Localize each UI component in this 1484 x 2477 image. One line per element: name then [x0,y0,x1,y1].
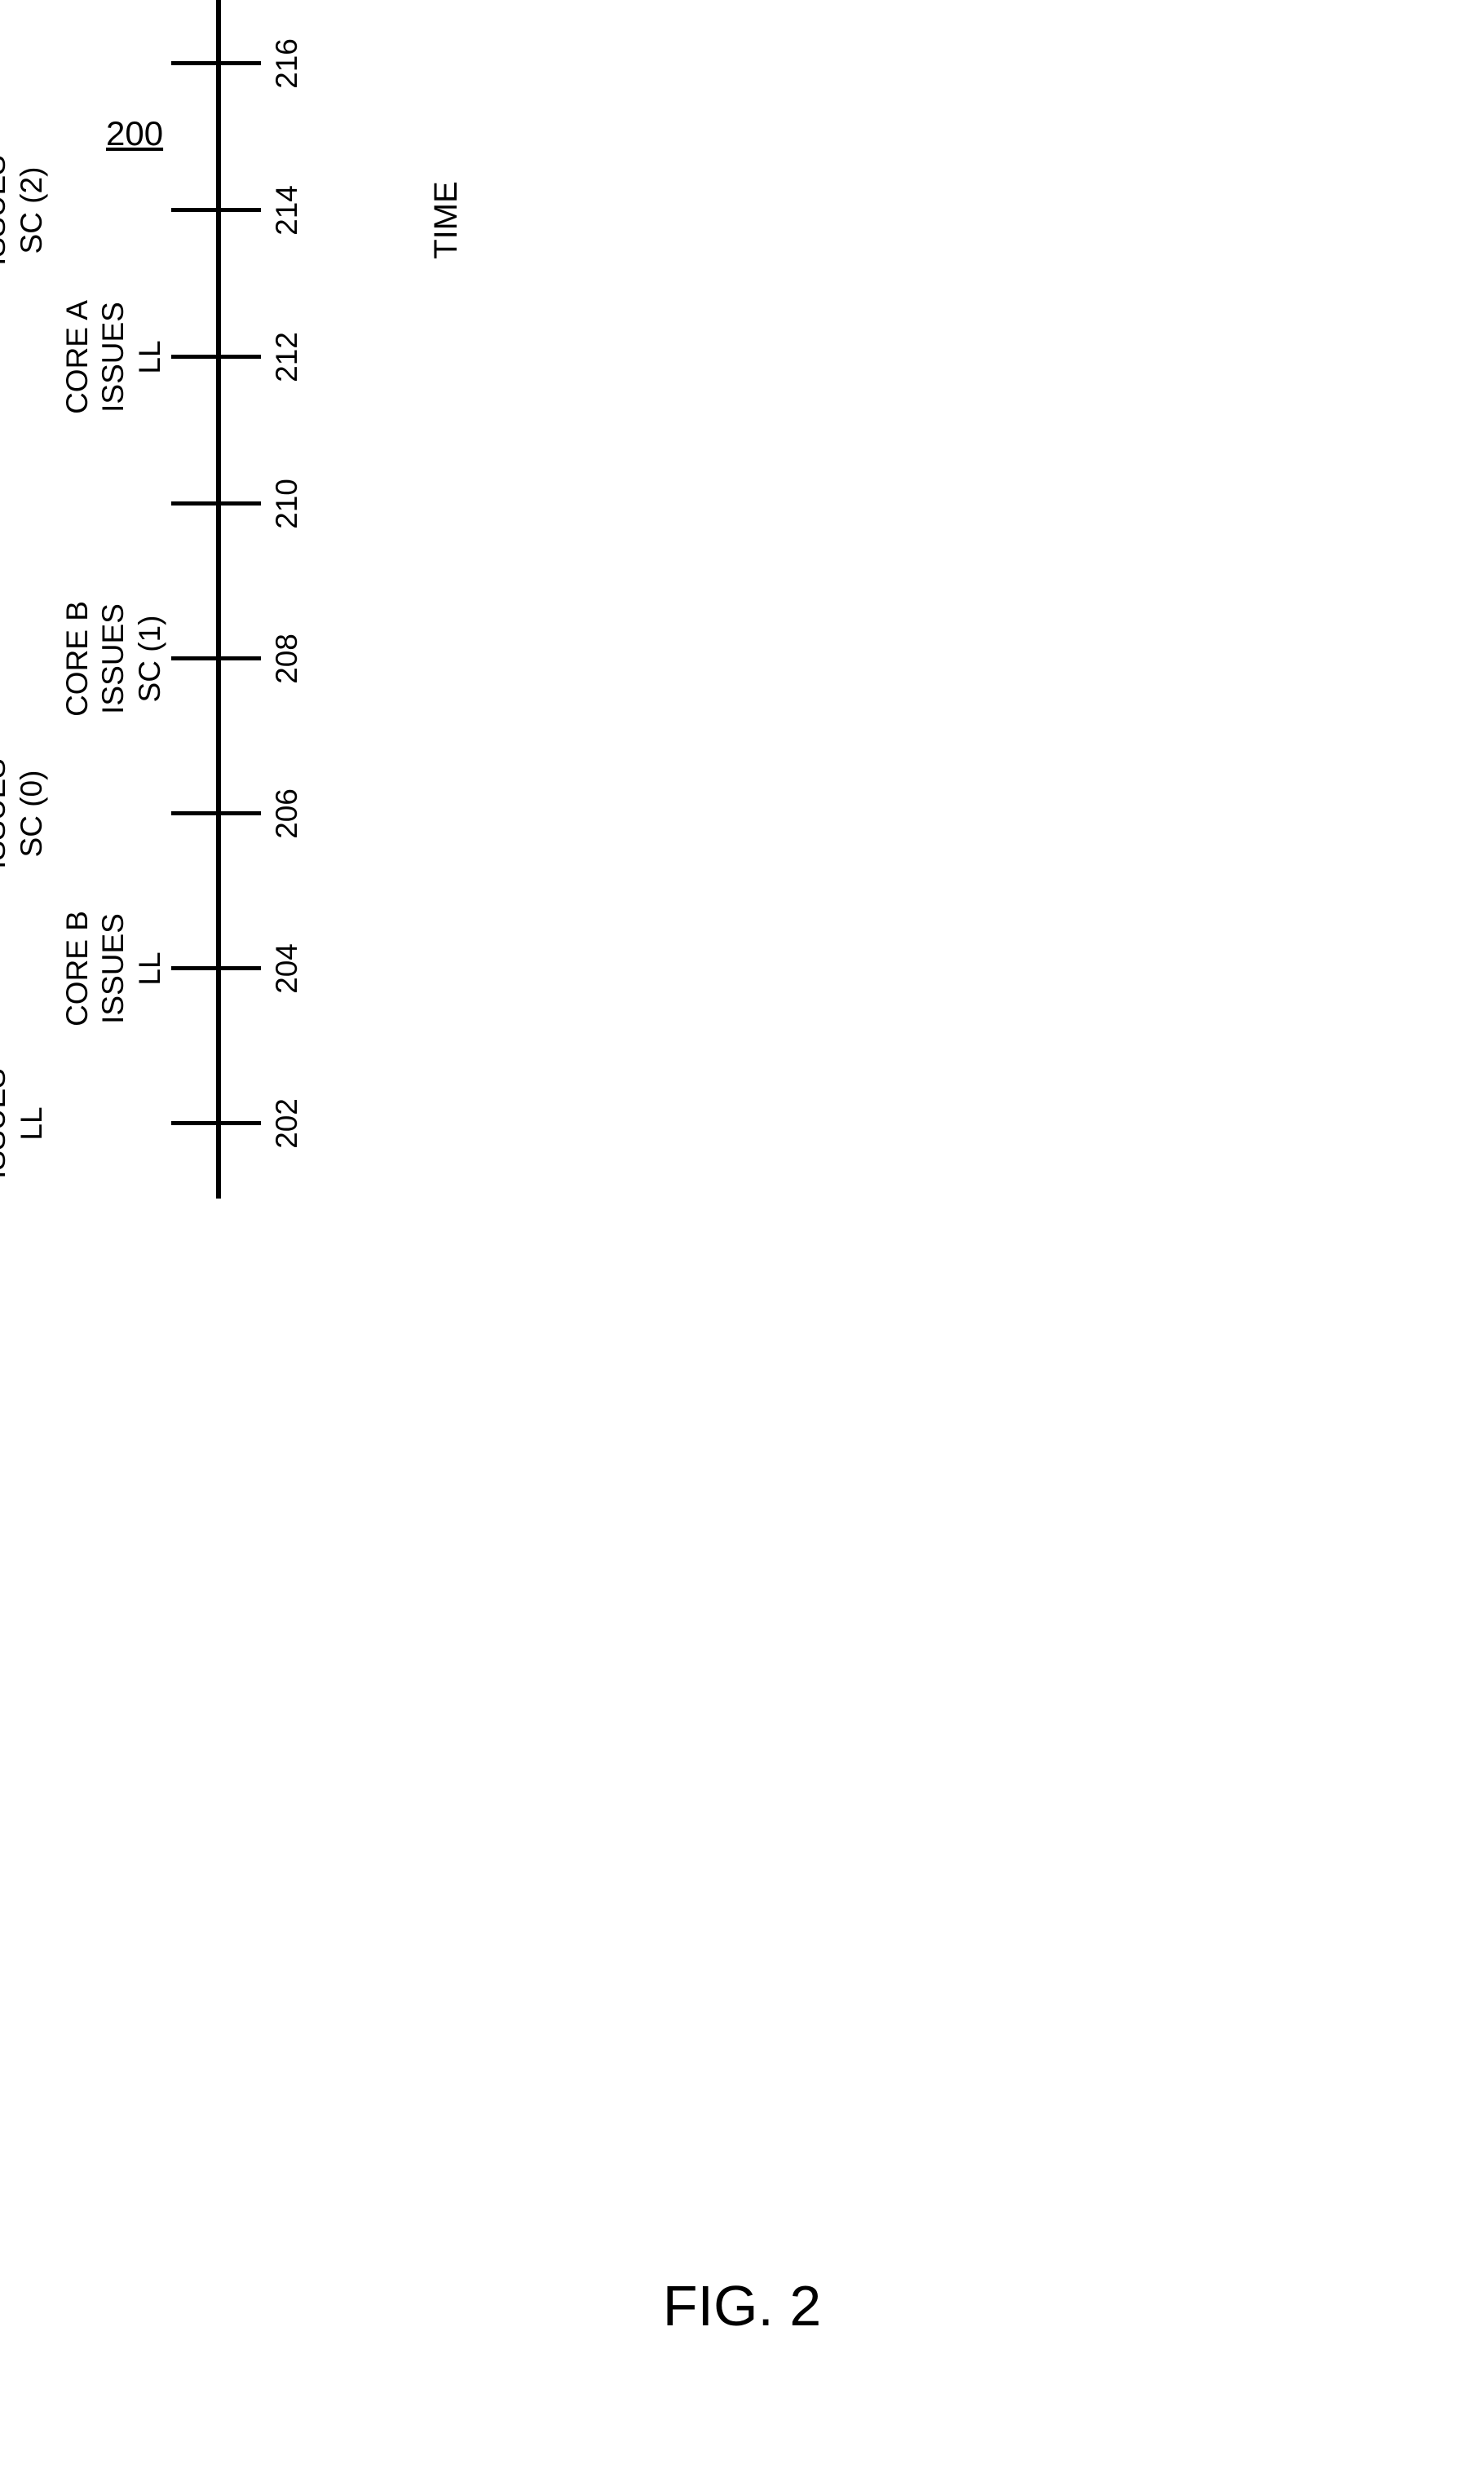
event-208: CORE BISSUESSC (1) [60,601,168,717]
tick-214 [171,208,261,212]
axis-label-time: TIME [428,181,465,259]
ref-216: 216 [269,38,305,89]
page: 200 202 204 206 208 210 212 214 216 2 [0,0,1484,2477]
event-212: CORE AISSUESLL [60,300,168,414]
ref-212: 212 [269,332,305,382]
event-204: CORE BISSUESLL [60,911,168,1027]
ref-214: 214 [269,185,305,236]
tick-212 [171,355,261,359]
tick-204 [171,966,261,970]
ref-202: 202 [269,1098,305,1149]
ref-204: 204 [269,943,305,994]
tick-206 [171,811,261,815]
ref-210: 210 [269,479,305,529]
event-206: CORE AISSUESSC (0) [0,757,50,871]
ref-206: 206 [269,788,305,839]
event-214: CORE AISSUESSC (2) [0,153,50,267]
tick-210 [171,501,261,506]
figure-ref-number: 200 [106,114,163,153]
event-202: CORE AISSUESLL [0,1066,50,1181]
time-axis-line: 202 204 206 208 210 212 214 216 218 220 … [216,0,221,1199]
figure-caption: FIG. 2 [0,2273,1484,2338]
tick-208 [171,656,261,660]
tick-216 [171,61,261,65]
tick-202 [171,1121,261,1125]
ref-208: 208 [269,634,305,684]
